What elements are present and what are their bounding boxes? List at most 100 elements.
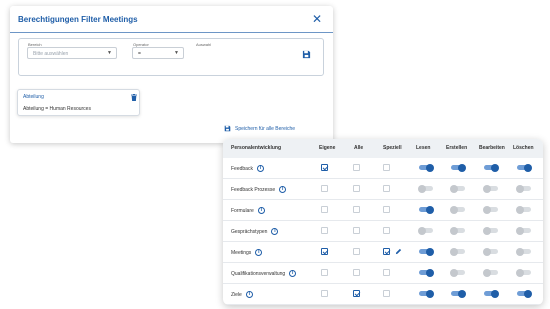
chevron-down-icon: ▼ xyxy=(174,50,179,56)
toggle-loeschen[interactable] xyxy=(517,289,532,298)
toggle-lesen[interactable] xyxy=(418,226,433,235)
info-icon[interactable]: i xyxy=(255,249,263,256)
floppy-disk-icon[interactable] xyxy=(302,50,311,59)
toggle-knob xyxy=(450,247,458,256)
operator-value: = xyxy=(138,51,141,57)
toggle-bearbeiten[interactable] xyxy=(483,268,498,277)
info-icon[interactable]: i xyxy=(279,186,287,193)
floppy-disk-icon xyxy=(224,125,231,132)
info-icon[interactable]: i xyxy=(271,228,279,235)
row-name: Qualifikationsverwaltung i xyxy=(231,270,297,277)
info-icon[interactable]: i xyxy=(289,270,297,277)
toggle-lesen[interactable] xyxy=(419,289,434,298)
toggle-bearbeiten[interactable] xyxy=(483,226,498,235)
checkbox-speziell[interactable] xyxy=(383,290,390,297)
toggle-knob xyxy=(483,247,491,256)
row-label: Ziele xyxy=(231,291,242,298)
toggle-knob xyxy=(450,226,458,235)
toggle-erstellen[interactable] xyxy=(450,247,465,256)
checkbox-speziell[interactable] xyxy=(383,185,390,192)
checkbox-speziell[interactable] xyxy=(383,164,390,171)
checkbox-alle[interactable] xyxy=(353,248,360,255)
row-label: Feedback Prozesse xyxy=(231,186,276,193)
toggle-bearbeiten[interactable] xyxy=(483,184,498,193)
toggle-knob xyxy=(458,163,466,172)
toggle-erstellen[interactable] xyxy=(450,184,465,193)
toggle-loeschen[interactable] xyxy=(516,247,531,256)
row-label: Qualifikationsverwaltung xyxy=(231,270,286,277)
toggle-knob xyxy=(426,289,434,298)
bereich-select[interactable]: Bitte auswählen ▼ xyxy=(27,47,117,59)
toggle-knob xyxy=(450,268,458,277)
checkbox-speziell[interactable] xyxy=(383,248,390,255)
toggle-knob xyxy=(524,163,532,172)
toggle-knob xyxy=(491,163,499,172)
toggle-loeschen[interactable] xyxy=(516,205,531,214)
toggle-loeschen[interactable] xyxy=(516,268,531,277)
toggle-knob xyxy=(516,247,524,256)
row-label: Formulare xyxy=(231,207,254,214)
toggle-bearbeiten[interactable] xyxy=(484,289,499,298)
dialog-title: Berechtigungen Filter Meetings xyxy=(18,15,138,24)
table-row: Qualifikationsverwaltung i xyxy=(223,263,543,284)
info-icon[interactable]: i xyxy=(257,207,265,214)
row-label: Gesprächstypen xyxy=(231,228,268,235)
trash-icon[interactable] xyxy=(131,94,137,101)
bereich-placeholder: Bitte auswählen xyxy=(33,51,69,57)
row-label: Meetings xyxy=(231,249,252,256)
row-name: Feedback Prozesse i xyxy=(231,186,287,193)
checkbox-eigene[interactable] xyxy=(321,206,328,213)
toggle-lesen[interactable] xyxy=(419,163,434,172)
toggle-loeschen[interactable] xyxy=(516,226,531,235)
checkbox-alle[interactable] xyxy=(353,206,360,213)
toggle-knob xyxy=(458,289,466,298)
toggle-knob xyxy=(483,226,491,235)
operator-select[interactable]: = ▼ xyxy=(132,47,184,59)
row-name: Meetings i xyxy=(231,249,263,256)
save-all-button[interactable]: Speichern für alle Bereiche xyxy=(224,124,295,133)
toggle-lesen[interactable] xyxy=(419,247,434,256)
filter-row: Bereich Bitte auswählen ▼ Operator = ▼ A… xyxy=(18,38,324,76)
header-loeschen: Löschen xyxy=(513,145,534,151)
toggle-erstellen[interactable] xyxy=(450,205,465,214)
toggle-loeschen[interactable] xyxy=(517,163,532,172)
toggle-loeschen[interactable] xyxy=(516,184,531,193)
pencil-icon[interactable] xyxy=(395,248,402,255)
toggle-erstellen[interactable] xyxy=(451,289,466,298)
checkbox-eigene[interactable] xyxy=(321,248,328,255)
checkbox-alle[interactable] xyxy=(353,227,360,234)
table-header: Personalentwicklung Eigene Alle Speziell… xyxy=(223,139,543,158)
title-divider xyxy=(10,32,333,33)
toggle-knob xyxy=(426,268,434,277)
toggle-lesen[interactable] xyxy=(418,184,433,193)
checkbox-eigene[interactable] xyxy=(321,290,328,297)
toggle-erstellen[interactable] xyxy=(450,268,465,277)
toggle-lesen[interactable] xyxy=(419,205,434,214)
checkbox-alle[interactable] xyxy=(353,185,360,192)
card-value: Abteilung = Human Resources xyxy=(23,106,91,112)
header-personalentwicklung: Personalentwicklung xyxy=(231,145,282,151)
checkbox-alle[interactable] xyxy=(353,164,360,171)
toggle-knob xyxy=(524,289,532,298)
toggle-erstellen[interactable] xyxy=(450,226,465,235)
checkbox-eigene[interactable] xyxy=(321,269,328,276)
checkbox-eigene[interactable] xyxy=(321,185,328,192)
checkbox-alle[interactable] xyxy=(353,290,360,297)
row-name: Gesprächstypen i xyxy=(231,228,279,235)
toggle-erstellen[interactable] xyxy=(451,163,466,172)
checkbox-eigene[interactable] xyxy=(321,227,328,234)
toggle-knob xyxy=(450,184,458,193)
close-icon[interactable]: ✕ xyxy=(310,12,324,26)
checkbox-speziell[interactable] xyxy=(383,227,390,234)
info-icon[interactable]: i xyxy=(256,165,264,172)
checkbox-speziell[interactable] xyxy=(383,269,390,276)
toggle-bearbeiten[interactable] xyxy=(484,163,499,172)
toggle-bearbeiten[interactable] xyxy=(483,247,498,256)
checkbox-speziell[interactable] xyxy=(383,206,390,213)
checkbox-alle[interactable] xyxy=(353,269,360,276)
checkbox-eigene[interactable] xyxy=(321,164,328,171)
info-icon[interactable]: i xyxy=(245,291,253,298)
toggle-lesen[interactable] xyxy=(419,268,434,277)
toggle-knob xyxy=(426,205,434,214)
toggle-bearbeiten[interactable] xyxy=(483,205,498,214)
